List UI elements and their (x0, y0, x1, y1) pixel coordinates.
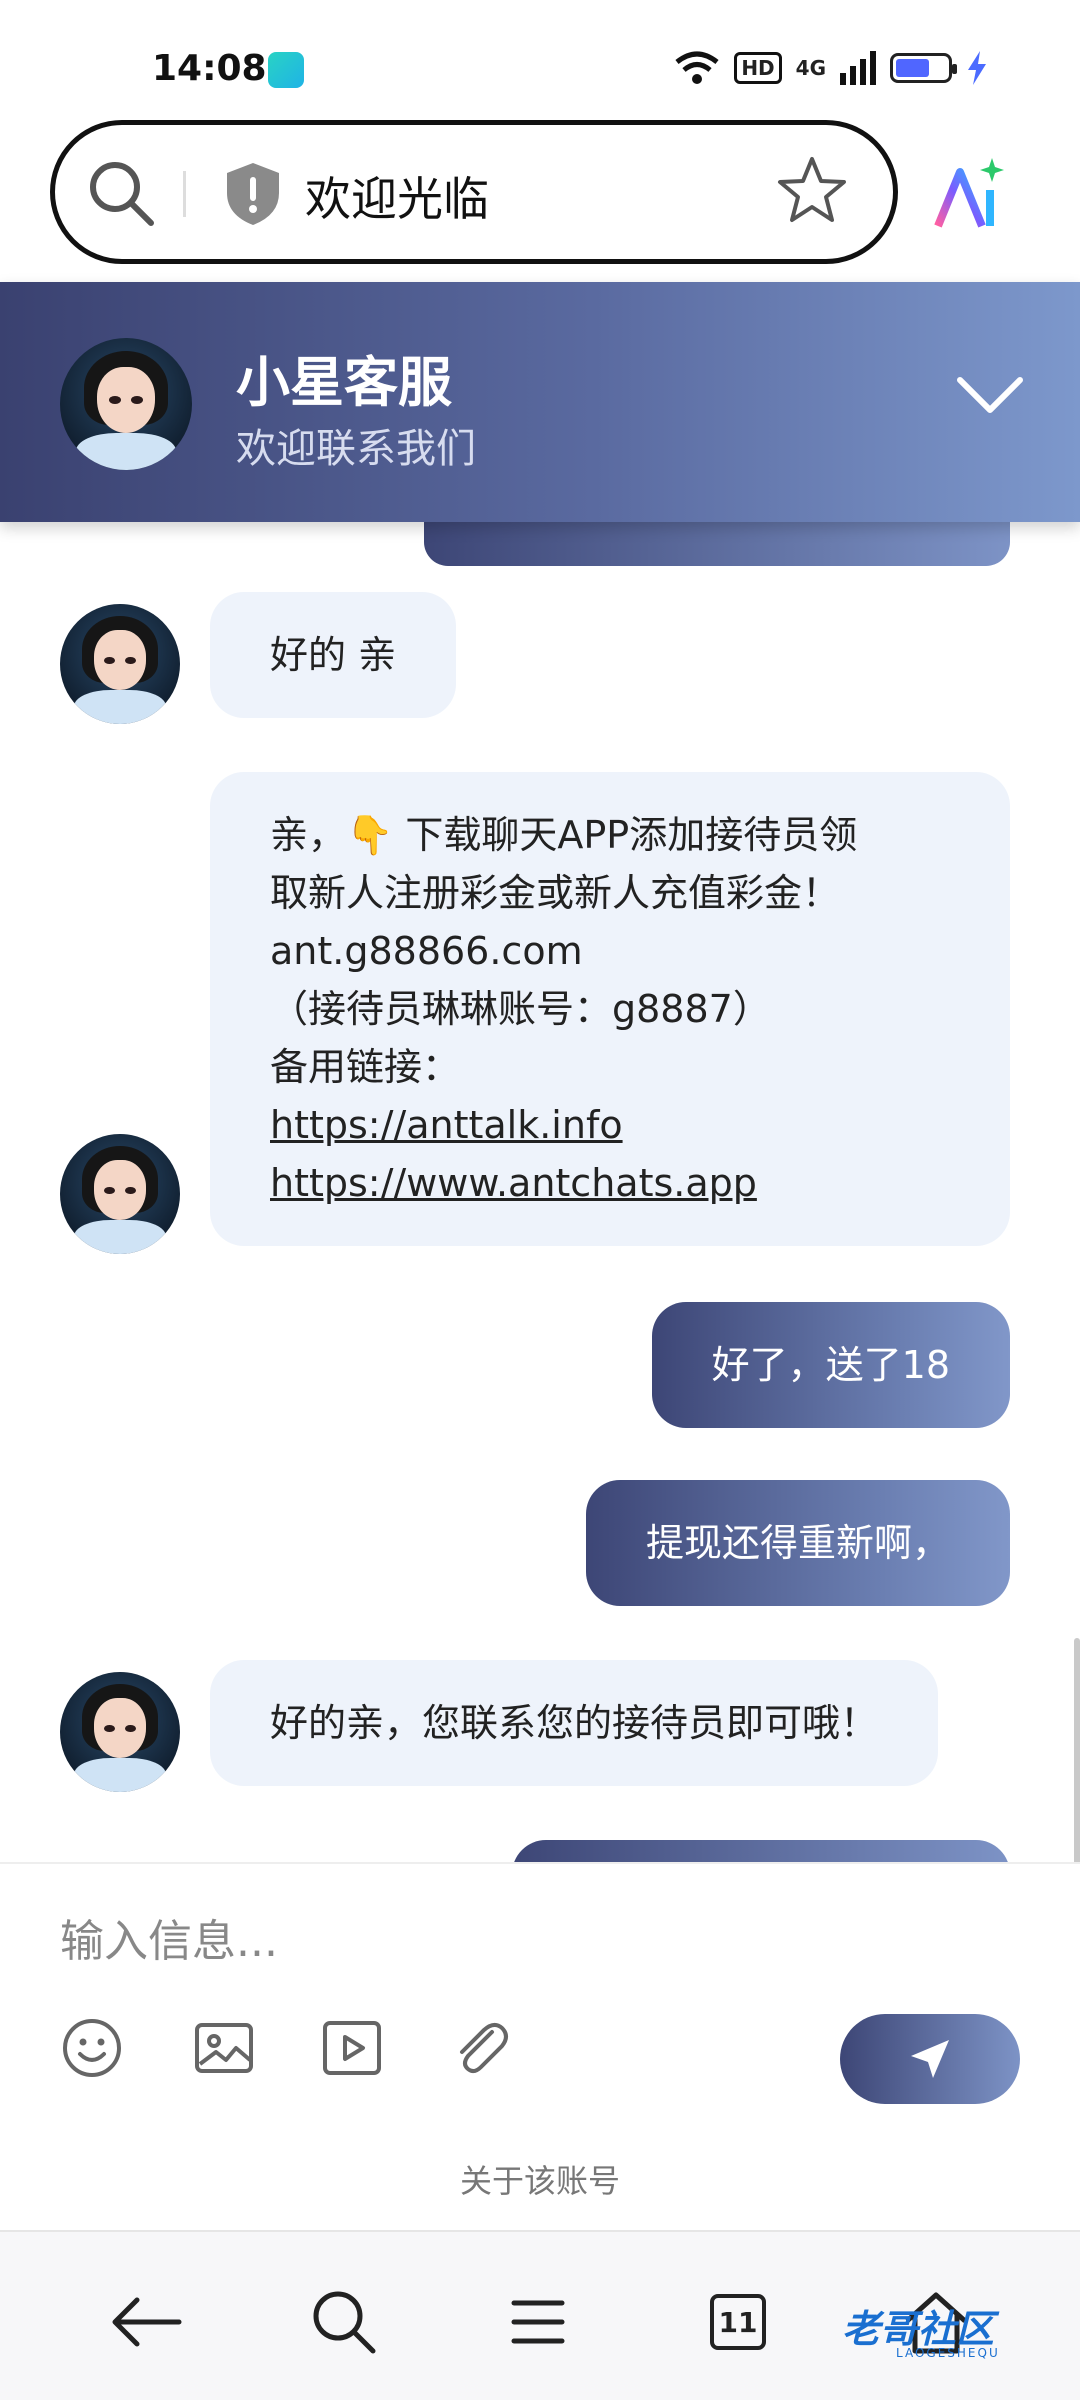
outgoing-message: 好了，送了18 (651, 1302, 1010, 1428)
message-text: 提现还得重新啊， (645, 1521, 950, 1565)
battery-level (896, 59, 929, 77)
status-bar: 14:08 HD 4G (0, 0, 1080, 120)
incoming-message: 好的亲，您联系您的接待员即可哦！ (210, 1660, 939, 1786)
emoji-icon[interactable] (60, 2016, 124, 2080)
game-app-icon (268, 52, 304, 88)
message-text: 取新人注册彩金或新人充值彩金！ (270, 871, 841, 915)
chevron-down-icon[interactable] (956, 374, 1024, 418)
shield-warning-icon[interactable] (223, 161, 283, 227)
message-text: 备用链接： (270, 1045, 461, 1089)
agent-name: 小星客服 (236, 351, 452, 414)
search-button[interactable] (304, 2282, 384, 2362)
network-type: 4G (795, 56, 826, 80)
address-bar[interactable]: 欢迎光临 (50, 120, 898, 264)
wifi-icon (675, 51, 719, 84)
tabs-button[interactable]: 11 (698, 2282, 778, 2362)
address-divider (183, 171, 186, 217)
image-icon[interactable] (192, 2016, 256, 2080)
message-list[interactable]: 好的 亲 亲，👇 下载聊天APP添加接待员领 取新人注册彩金或新人充值彩金！ a… (0, 522, 1080, 1862)
back-button[interactable] (106, 2282, 186, 2362)
bookmark-star-icon[interactable] (777, 155, 847, 225)
video-icon[interactable] (320, 2016, 384, 2080)
outgoing-bubble-partial (512, 1840, 1010, 1862)
message-avatar (60, 1134, 180, 1254)
signal-icon (840, 51, 876, 85)
send-button[interactable] (840, 2014, 1020, 2104)
message-input[interactable] (60, 1898, 960, 1984)
message-avatar (60, 1672, 180, 1792)
back-arrow-icon (112, 2297, 182, 2347)
message-text: 好了，送了18 (711, 1343, 950, 1387)
watermark-subtext: LAOGESHEQU (896, 2346, 1000, 2360)
search-icon[interactable] (85, 157, 159, 231)
watermark-text: 老哥社区 (842, 2307, 995, 2351)
message-link[interactable]: https://anttalk.info (270, 1096, 950, 1154)
incoming-message: 好的 亲 (210, 592, 457, 718)
message-text: ant.g88866.com (270, 929, 583, 973)
about-account-link[interactable]: 关于该账号 (0, 2156, 1080, 2202)
ai-assistant-icon[interactable] (932, 156, 1008, 232)
page-title[interactable]: 欢迎光临 (305, 163, 489, 229)
agent-subtitle: 欢迎联系我们 (236, 426, 476, 472)
scrollbar[interactable] (1074, 1638, 1080, 1862)
outgoing-bubble-partial (424, 522, 1010, 566)
status-indicators: HD 4G (674, 50, 988, 86)
tabs-count: 11 (710, 2294, 766, 2350)
send-icon (911, 2040, 949, 2078)
attachment-icon[interactable] (448, 2016, 512, 2080)
message-avatar (60, 604, 180, 724)
incoming-message: 亲，👇 下载聊天APP添加接待员领 取新人注册彩金或新人充值彩金！ ant.g8… (210, 772, 1010, 1246)
status-time: 14:08 (152, 48, 267, 89)
chat-header: 小星客服 欢迎联系我们 (0, 282, 1080, 522)
message-text: （接待员琳琳账号：g8887） (270, 987, 771, 1031)
hd-badge: HD (734, 52, 782, 84)
message-link[interactable]: https://www.antchats.app (270, 1154, 950, 1212)
menu-icon (511, 2300, 565, 2344)
composer: 关于该账号 (0, 1862, 1080, 2228)
search-icon (313, 2291, 376, 2354)
message-text: 亲，👇 下载聊天APP添加接待员领 (270, 813, 858, 857)
outgoing-message: 提现还得重新啊， (585, 1480, 1010, 1606)
menu-button[interactable] (498, 2282, 578, 2362)
agent-avatar (60, 338, 192, 470)
message-text: 好的 亲 (270, 633, 397, 677)
battery-icon (890, 53, 957, 83)
charging-icon (968, 51, 986, 85)
message-text: 好的亲，您联系您的接待员即可哦！ (270, 1701, 879, 1745)
